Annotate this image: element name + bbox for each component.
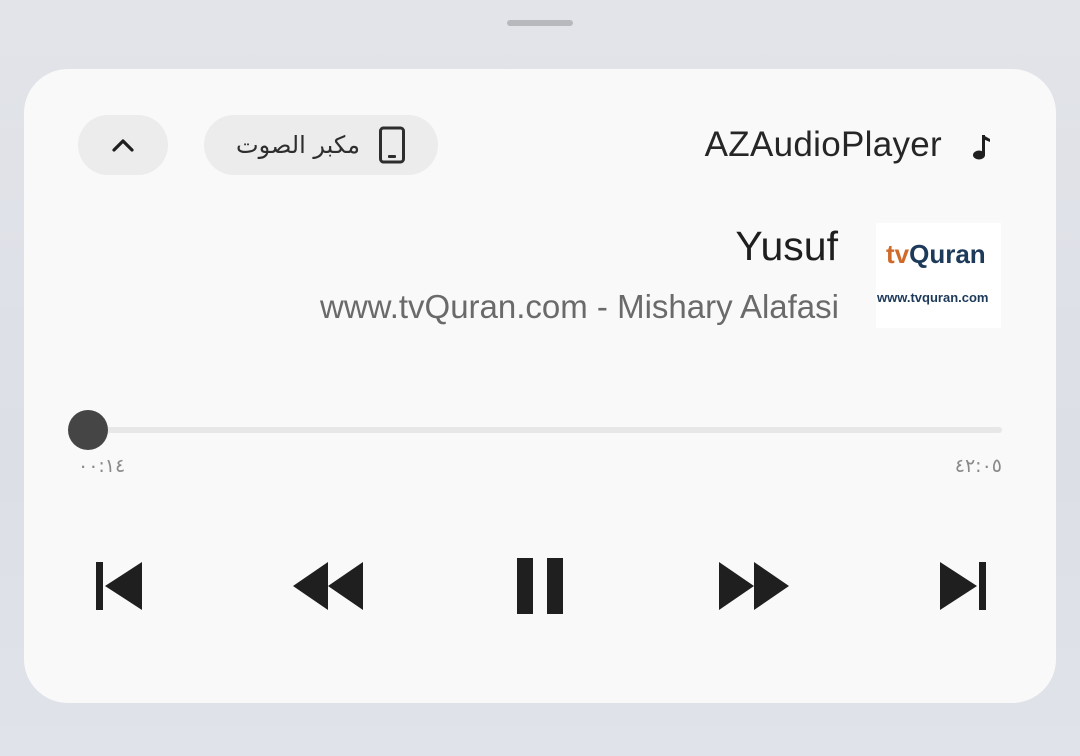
skip-previous-button[interactable] bbox=[83, 555, 153, 617]
output-device-button[interactable]: مكبر الصوت bbox=[204, 115, 438, 175]
chevron-up-icon bbox=[112, 139, 134, 152]
skip-next-icon bbox=[940, 562, 986, 610]
rewind-icon bbox=[293, 562, 363, 610]
elapsed-time: ٠٠:١٤ bbox=[78, 455, 126, 477]
pause-button[interactable] bbox=[505, 555, 575, 617]
track-title: Yusuf bbox=[735, 223, 838, 269]
music-note-icon bbox=[973, 135, 990, 160]
collapse-button[interactable] bbox=[78, 115, 168, 175]
artwork-url: www.tvquran.com bbox=[877, 290, 989, 305]
app-name: AZAudioPlayer bbox=[704, 125, 942, 164]
drag-handle[interactable] bbox=[507, 20, 573, 26]
seek-bar[interactable] bbox=[83, 427, 1002, 433]
pause-icon bbox=[517, 558, 563, 614]
rewind-button[interactable] bbox=[291, 555, 365, 617]
skip-previous-icon bbox=[96, 562, 142, 610]
seek-thumb[interactable] bbox=[68, 410, 109, 450]
fast-forward-button[interactable] bbox=[717, 555, 791, 617]
media-player-card: مكبر الصوت AZAudioPlayer Yusuf www.tvQur… bbox=[24, 69, 1056, 703]
total-duration: ٤٢:٠٥ bbox=[954, 455, 1002, 477]
track-artist: www.tvQuran.com - Mishary Alafasi bbox=[320, 288, 839, 325]
artwork-logo: tvQuran bbox=[886, 239, 986, 269]
album-artwork: tvQuran www.tvquran.com bbox=[876, 223, 1001, 328]
phone-icon bbox=[379, 126, 405, 164]
skip-next-button[interactable] bbox=[929, 555, 999, 617]
fast-forward-icon bbox=[719, 562, 789, 610]
output-device-label: مكبر الصوت bbox=[235, 131, 360, 159]
